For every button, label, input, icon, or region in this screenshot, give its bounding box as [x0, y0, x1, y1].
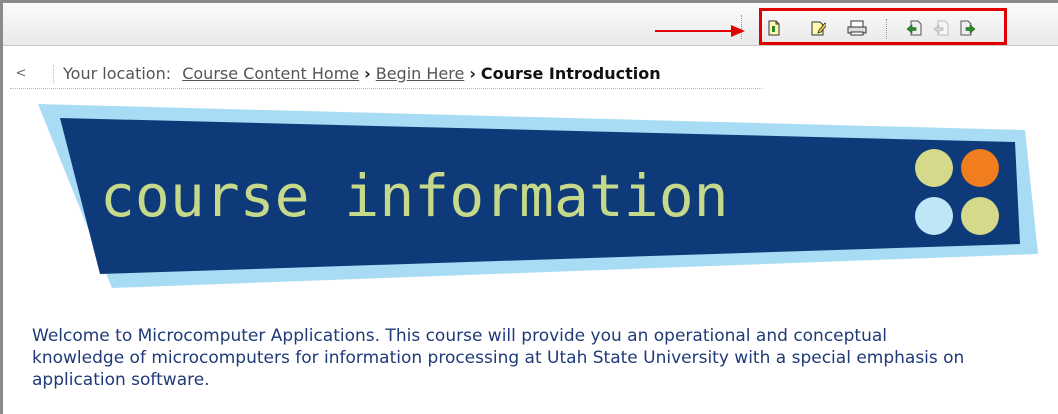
breadcrumb-link-begin-here[interactable]: Begin Here [376, 64, 465, 83]
dot-yellow [961, 197, 999, 235]
dot-yellow [915, 149, 953, 187]
course-information-banner: course information [38, 104, 1038, 288]
back-arrow-icon[interactable]: < [10, 64, 32, 84]
print-icon[interactable] [846, 20, 868, 36]
welcome-paragraph: Welcome to Microcomputer Applications. T… [32, 326, 965, 390]
breadcrumb-link-course-content-home[interactable]: Course Content Home [182, 64, 359, 83]
breadcrumb-separator: › [364, 64, 371, 83]
previous-page-icon[interactable] [906, 20, 922, 36]
toolbar-divider [886, 19, 887, 39]
next-page-icon[interactable] [960, 20, 976, 36]
dot-blue [915, 197, 953, 235]
breadcrumb-divider [53, 65, 54, 83]
breadcrumb: < Your location: Course Content Home › Beg… [10, 62, 762, 89]
up-page-icon[interactable] [933, 20, 949, 36]
dot-orange [961, 149, 999, 187]
breadcrumb-separator: › [469, 64, 476, 83]
page-icon[interactable] [766, 20, 782, 36]
breadcrumb-prefix: Your location: [63, 64, 172, 83]
red-arrow-annotation [655, 25, 745, 37]
toolbar [3, 3, 1058, 46]
banner-title: course information [100, 162, 729, 230]
edit-page-icon[interactable] [810, 20, 826, 36]
breadcrumb-current: Course Introduction [480, 64, 661, 83]
breadcrumb-trail: Your location: Course Content Home › Begin… [63, 64, 661, 83]
